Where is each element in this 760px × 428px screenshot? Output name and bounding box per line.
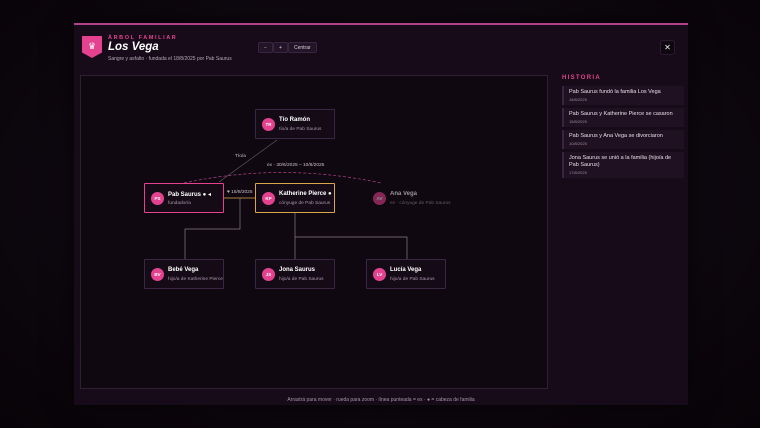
member-name: Pab Saurus ● ◂	[168, 192, 211, 198]
uncle-link-label: Tío/a	[235, 154, 246, 159]
member-role: hijo/a de Pab Saurus	[279, 277, 324, 282]
family-tree-modal: ♛ ÁRBOL FAMILIAR Los Vega Sangre y asfal…	[74, 23, 688, 405]
member-card-bebe-vega[interactable]: BV Bebé Vega hijo/a de Katherine Pierce	[144, 259, 224, 289]
member-name: Katherine Pierce ●	[279, 191, 332, 197]
uncle-link	[218, 139, 278, 183]
member-name: Bebé Vega	[168, 267, 199, 273]
history-item: Jona Saurus se unió a la familia (hijo/a…	[562, 152, 684, 178]
history-item: Pab Saurus y Katherine Pierce se casaron…	[562, 108, 684, 127]
avatar: JS	[262, 268, 275, 281]
history-text: Pab Saurus y Ana Vega se divorciaron	[569, 133, 663, 139]
close-button[interactable]: ✕	[660, 40, 675, 55]
avatar: PS	[151, 192, 164, 205]
zoom-in-button[interactable]: +	[273, 42, 288, 53]
history-item: Pab Saurus fundó la familia Los Vega 18/…	[562, 86, 684, 105]
history-panel: HISTORIA Pab Saurus fundó la familia Los…	[562, 75, 684, 181]
member-role: fundador/a	[168, 201, 191, 206]
history-heading: HISTORIA	[562, 75, 601, 81]
member-name: Tío Ramón	[279, 117, 310, 123]
history-item: Pab Saurus y Ana Vega se divorciaron 10/…	[562, 130, 684, 149]
history-date: 17/8/2025	[569, 170, 587, 175]
member-card-jona-saurus[interactable]: JS Jona Saurus hijo/a de Pab Saurus	[255, 259, 335, 289]
page-subtitle: Sangre y asfalto · fundada el 18/8/2025 …	[108, 56, 232, 62]
history-date: 10/8/2025	[569, 141, 587, 146]
crown-icon: ♛	[82, 36, 102, 58]
member-name: Jona Saurus	[279, 267, 316, 273]
ex-link-label: ex · 30/6/2025 – 10/8/2025	[267, 163, 325, 168]
history-text: Jona Saurus se unió a la familia (hijo/a…	[569, 155, 672, 168]
footer-hint: Arrastrá para mover · rueda para zoom · …	[287, 397, 475, 403]
member-card-katherine-pierce[interactable]: KP Katherine Pierce ● cónyuge de Pab Sau…	[255, 183, 335, 213]
history-text: Pab Saurus y Katherine Pierce se casaron	[569, 111, 673, 117]
page-title: Los Vega	[108, 41, 159, 53]
member-card-pab-saurus[interactable]: PS Pab Saurus ● ◂ fundador/a	[144, 183, 224, 213]
member-card-lucia-vega[interactable]: LV Lucía Vega hijo/a de Pab Saurus	[366, 259, 446, 289]
avatar: BV	[151, 268, 164, 281]
marriage-link-label: ♥ 15/8/2025	[227, 190, 253, 195]
member-role: tío/a de Pab Saurus	[279, 127, 322, 132]
child-link-lucia	[295, 236, 408, 261]
avatar: TR	[262, 118, 275, 131]
member-card-ana-vega[interactable]: AV Ana Vega ex · cónyuge de Pab Saurus	[366, 183, 451, 213]
history-text: Pab Saurus fundó la familia Los Vega	[569, 89, 661, 95]
ex-link	[183, 172, 382, 184]
history-date: 18/8/2025	[569, 97, 587, 102]
member-role: hijo/a de Pab Saurus	[390, 277, 435, 282]
zoom-out-button[interactable]: −	[258, 42, 273, 53]
member-name: Lucía Vega	[390, 267, 422, 273]
member-name: Ana Vega	[390, 191, 418, 197]
member-role: cónyuge de Pab Saurus	[279, 201, 331, 206]
member-card-tio-ramon[interactable]: TR Tío Ramón tío/a de Pab Saurus	[255, 109, 335, 139]
tree-canvas[interactable]: Tío/a ex · 30/6/2025 – 10/8/2025 ♥ 15/8/…	[80, 75, 548, 389]
avatar: LV	[373, 268, 386, 281]
avatar: AV	[373, 192, 386, 205]
member-role: ex · cónyuge de Pab Saurus	[390, 201, 451, 206]
center-button[interactable]: Centrar	[288, 42, 317, 53]
avatar: KP	[262, 192, 275, 205]
history-date: 15/8/2025	[569, 119, 587, 124]
member-role: hijo/a de Katherine Pierce	[168, 277, 223, 282]
